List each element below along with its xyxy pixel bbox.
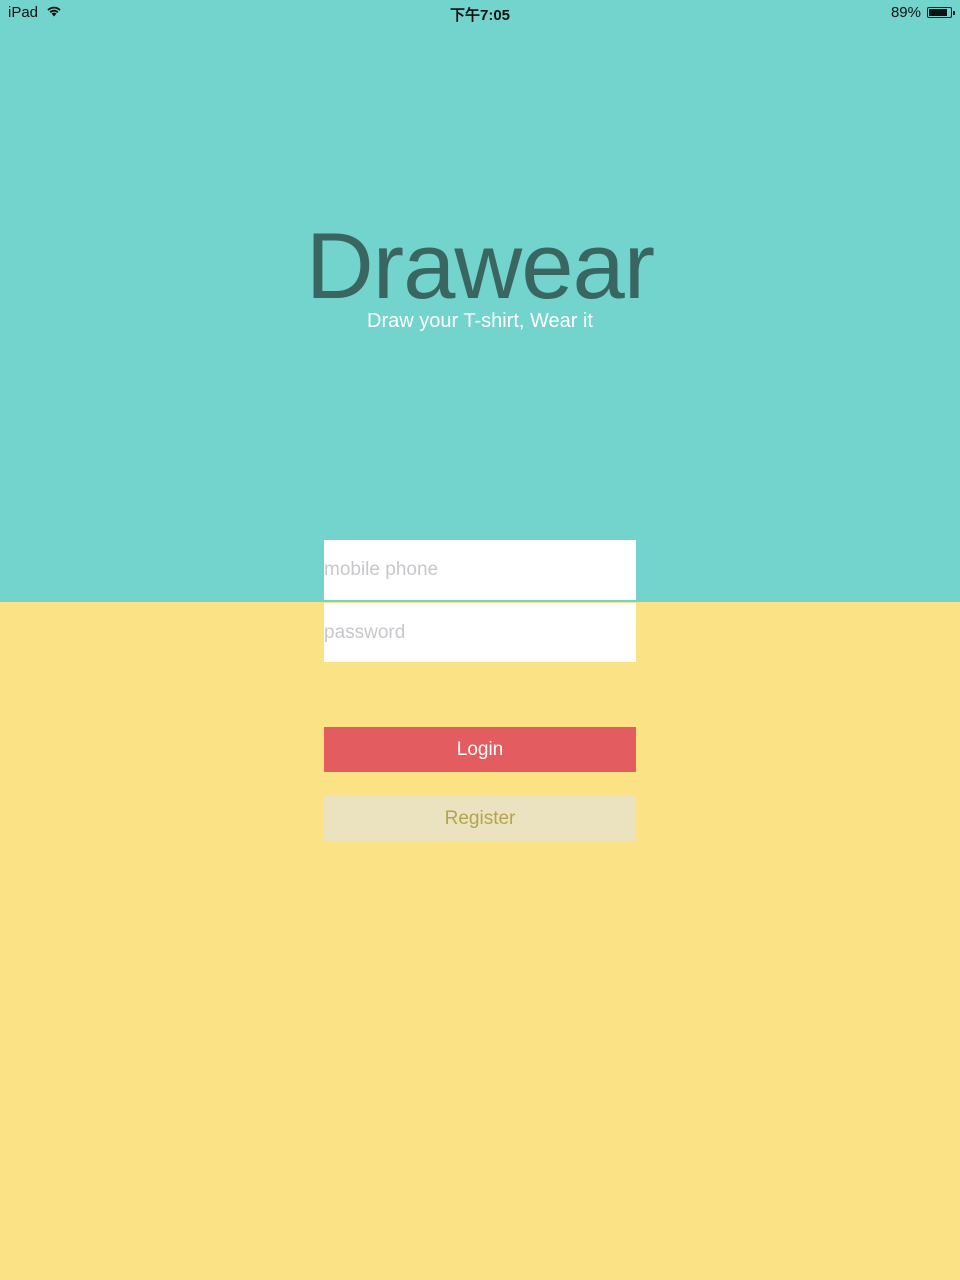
password-input[interactable] <box>324 603 636 662</box>
status-right: 89% <box>890 4 955 21</box>
battery-icon <box>927 7 955 18</box>
battery-percent: 89% <box>890 4 921 21</box>
login-button[interactable]: Login <box>324 727 636 772</box>
bottom-background <box>0 602 960 1280</box>
app-tagline: Draw your T-shirt, Wear it <box>367 310 593 332</box>
register-button[interactable]: Register <box>324 796 636 841</box>
mobile-phone-input[interactable] <box>324 540 636 600</box>
battery-fill <box>929 9 947 16</box>
status-bar: iPad 下午7:05 89% <box>0 0 960 26</box>
login-screen: iPad 下午7:05 89% Drawear Draw your T-shir… <box>0 0 960 1280</box>
app-title: Drawear <box>305 213 655 318</box>
status-time: 下午7:05 <box>449 7 511 24</box>
